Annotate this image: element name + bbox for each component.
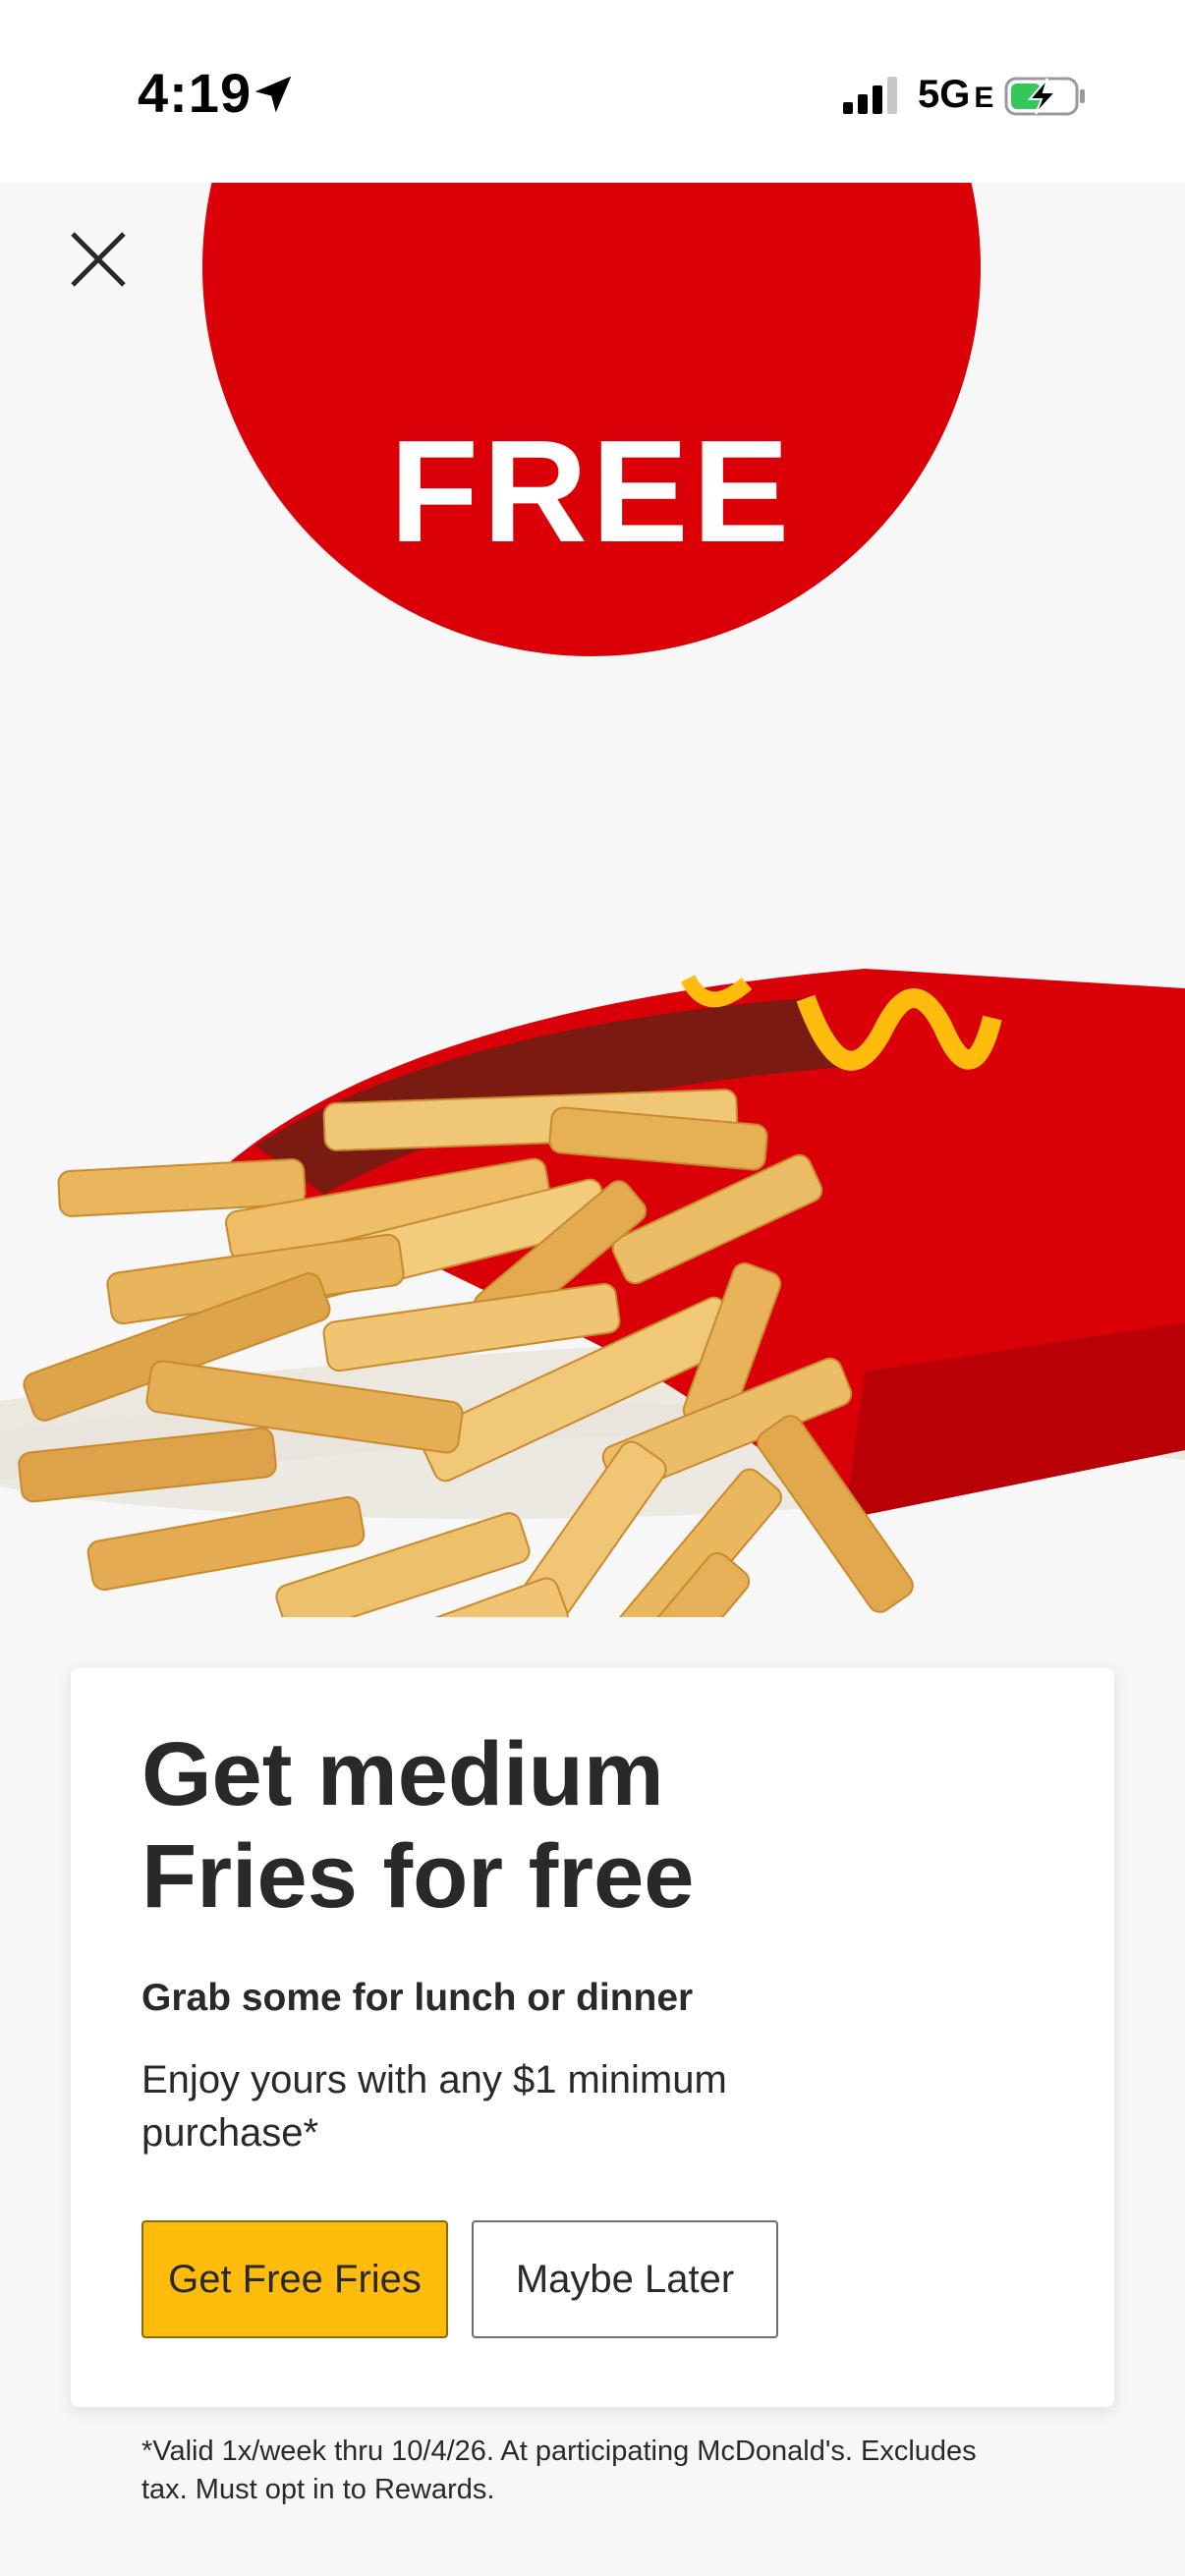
offer-subtitle: Grab some for lunch or dinner <box>141 1977 694 2019</box>
offer-title: Get medium Fries for free <box>141 1724 695 1927</box>
battery-charging-icon <box>1004 77 1085 116</box>
maybe-later-button[interactable]: Maybe Later <box>472 2220 778 2338</box>
get-free-fries-button[interactable]: Get Free Fries <box>141 2220 448 2338</box>
free-badge-text: FREE <box>389 411 794 573</box>
offer-card: Get medium Fries for free Grab some for … <box>71 1668 1114 2407</box>
signal-icon <box>843 77 897 114</box>
offer-disclaimer: *Valid 1x/week thru 10/4/26. At particip… <box>141 2436 977 2505</box>
offer-hero: FREE <box>0 183 1185 1617</box>
status-bar: 4:19 5G E <box>0 0 1185 183</box>
close-icon[interactable] <box>61 222 136 297</box>
status-time: 4:19 <box>138 62 253 124</box>
location-arrow-icon <box>254 76 292 113</box>
fries-image <box>0 969 1185 1617</box>
network-label: 5G E <box>918 73 994 116</box>
offer-description: Enjoy yours with any $1 minimum purchase… <box>141 2058 727 2155</box>
